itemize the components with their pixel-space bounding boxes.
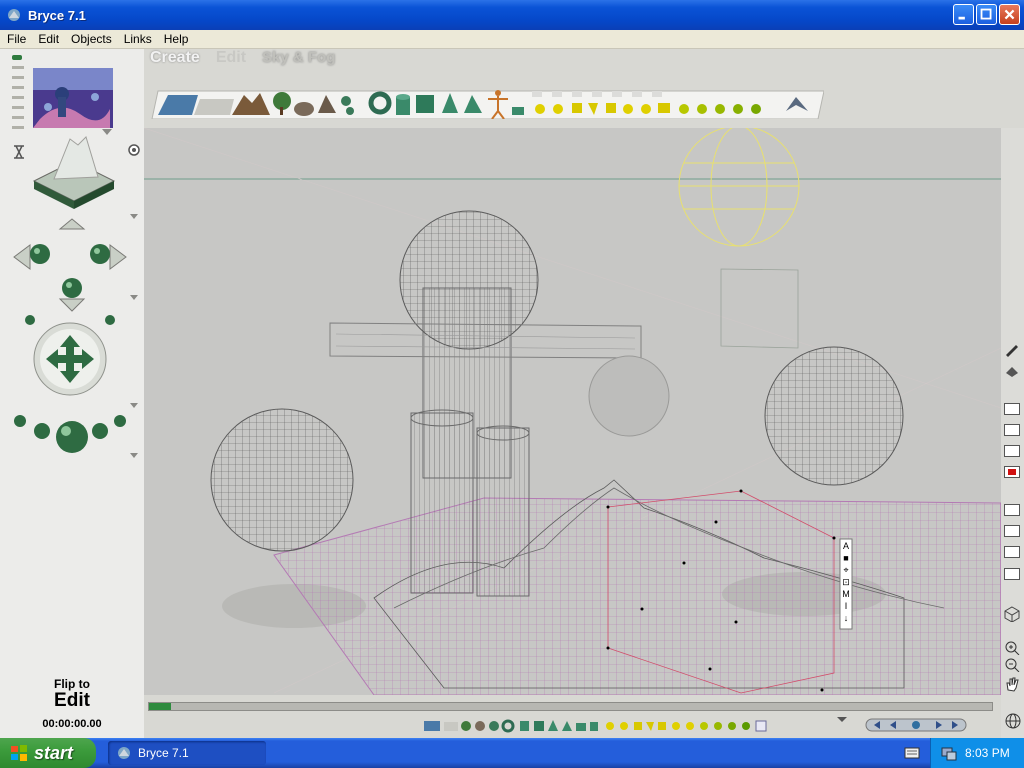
- background-paper-icon[interactable]: [1004, 546, 1020, 558]
- tool-edit-material[interactable]: M: [842, 589, 850, 599]
- menu-file[interactable]: File: [2, 32, 31, 46]
- create-palette-shelf: [151, 90, 824, 119]
- close-icon: [1004, 9, 1015, 20]
- sphere-right[interactable]: [764, 346, 904, 486]
- light-target-box: [720, 268, 799, 349]
- cylinder-right[interactable]: [476, 427, 530, 597]
- menu-help[interactable]: Help: [159, 32, 194, 46]
- start-label: start: [34, 742, 74, 763]
- ground-plane-button[interactable]: [194, 99, 234, 115]
- network-icon[interactable]: [941, 745, 957, 761]
- render-stop-icon[interactable]: [1004, 466, 1020, 478]
- flip-to-edit-button[interactable]: Edit: [0, 690, 144, 712]
- sphere-center[interactable]: [399, 210, 539, 350]
- menu-bar: File Edit Objects Links Help: [0, 30, 1024, 49]
- zoom-out-icon[interactable]: [1004, 658, 1020, 673]
- nano-menu-arrow[interactable]: [102, 129, 112, 135]
- cylinder-left[interactable]: [410, 412, 474, 594]
- view-cube-icon[interactable]: [1004, 606, 1020, 623]
- display-mode-solid-icon[interactable]: [1004, 445, 1020, 457]
- depth-cue-icon[interactable]: [1004, 525, 1020, 537]
- taskbar-item-bryce[interactable]: Bryce 7.1: [108, 741, 266, 765]
- camera-menu-arrow[interactable]: [130, 295, 138, 300]
- menu-edit[interactable]: Edit: [33, 32, 64, 46]
- tab-edit[interactable]: Edit: [216, 49, 246, 69]
- bryce-app-icon: [8, 9, 20, 21]
- taskbar: start Bryce 7.1 8:03 PM: [0, 738, 1024, 768]
- view-control-icon[interactable]: [32, 136, 116, 209]
- render-settings-icon[interactable]: [14, 145, 24, 159]
- windows-logo-icon: [11, 745, 27, 761]
- mini-object-strip[interactable]: [424, 719, 767, 733]
- terrain-mesh[interactable]: [273, 479, 1001, 695]
- tab-create[interactable]: Create: [150, 49, 200, 69]
- time-display: 00:00:00.00: [42, 718, 102, 730]
- close-button[interactable]: [999, 4, 1020, 25]
- tool-attribute[interactable]: A: [843, 541, 849, 551]
- globe-icon[interactable]: [1004, 712, 1021, 729]
- display-mode-box-icon[interactable]: [1004, 424, 1020, 436]
- palette-tabs: Create Edit Sky & Fog: [150, 49, 335, 69]
- tool-drop[interactable]: ↓: [844, 613, 849, 623]
- tool-info[interactable]: I: [845, 601, 848, 611]
- pan-hand-icon[interactable]: [1004, 676, 1020, 692]
- control-palette-graphics: [12, 55, 140, 458]
- pencil-icon[interactable]: [1004, 343, 1020, 357]
- cylinder-button[interactable]: [396, 94, 410, 115]
- keyboard-icon[interactable]: [904, 746, 920, 760]
- tool-group[interactable]: ⊡: [842, 577, 850, 587]
- wireframe-scene: A ■ ⌖ ⊡ M I ↓: [144, 128, 1001, 695]
- nano-preview[interactable]: [33, 68, 113, 128]
- clock: 8:03 PM: [965, 746, 1010, 760]
- plane-button[interactable]: [512, 107, 524, 115]
- animation-transport-controls[interactable]: [865, 718, 967, 732]
- object-strip-menu-arrow[interactable]: [837, 717, 847, 722]
- maximize-button[interactable]: [976, 4, 997, 25]
- sphere-small[interactable]: [588, 355, 670, 437]
- maximize-icon: [980, 8, 992, 20]
- zoom-in-icon[interactable]: [1004, 641, 1020, 656]
- scene-viewport[interactable]: A ■ ⌖ ⊡ M I ↓: [144, 128, 1001, 695]
- start-button[interactable]: start: [0, 738, 96, 768]
- tool-link[interactable]: ⌖: [843, 565, 848, 575]
- rock-button[interactable]: [294, 102, 314, 116]
- sphere-left[interactable]: [210, 408, 354, 552]
- camera-pan-balls[interactable]: [14, 415, 126, 453]
- view-menu-arrow[interactable]: [130, 214, 138, 219]
- minimize-button[interactable]: [953, 4, 974, 25]
- animation-timeline[interactable]: [148, 702, 993, 711]
- display-mode-wire-icon[interactable]: [1004, 403, 1020, 415]
- trackball-menu-arrow[interactable]: [130, 403, 138, 408]
- bryce-app-icon: [118, 747, 130, 759]
- memory-dots[interactable]: [12, 55, 24, 129]
- left-control-palette: Flip to Edit 00:00:00.00: [0, 49, 144, 738]
- taskbar-item-label: Bryce 7.1: [138, 746, 189, 760]
- menu-objects[interactable]: Objects: [66, 32, 117, 46]
- menu-links[interactable]: Links: [119, 32, 157, 46]
- tab-sky-fog[interactable]: Sky & Fog: [262, 49, 335, 69]
- title-bar: Bryce 7.1: [0, 0, 1024, 30]
- plop-render-icon[interactable]: [1004, 504, 1020, 516]
- window-controls: [953, 4, 1020, 25]
- workspace: Flip to Edit 00:00:00.00 Create Edit Sky…: [0, 49, 1024, 738]
- cube-button[interactable]: [416, 95, 434, 113]
- eraser-icon[interactable]: [1004, 363, 1020, 377]
- pan-menu-arrow[interactable]: [130, 453, 138, 458]
- window-title: Bryce 7.1: [28, 7, 86, 23]
- camera-trackball[interactable]: [33, 322, 107, 396]
- flip-to-label[interactable]: Flip to: [0, 677, 144, 691]
- timeline-scrubber[interactable]: [149, 703, 171, 710]
- sun-light-wireframe[interactable]: [678, 128, 800, 247]
- bottom-toolbar: [424, 717, 967, 733]
- camera-cross-control[interactable]: [13, 218, 127, 325]
- minimize-icon: [958, 16, 965, 20]
- tool-material[interactable]: ■: [843, 553, 848, 563]
- right-tool-strip: [1001, 128, 1024, 738]
- system-tray: 8:03 PM: [930, 738, 1024, 768]
- view-options-icon[interactable]: [1004, 568, 1020, 580]
- selection-tools: A ■ ⌖ ⊡ M I ↓: [839, 538, 853, 630]
